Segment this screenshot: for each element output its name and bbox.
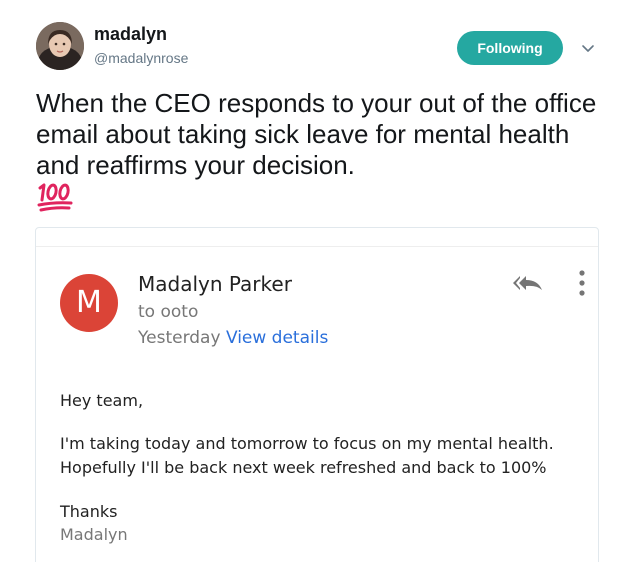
email-screenshot-card[interactable]: M Madalyn Parker to ooto Yesterday View … (35, 227, 599, 562)
sender-avatar: M (60, 274, 118, 332)
sender-name: Madalyn Parker (138, 272, 292, 296)
author-display-name[interactable]: madalyn (94, 24, 167, 45)
author-avatar[interactable] (36, 22, 84, 70)
email-date: Yesterday (138, 328, 221, 348)
email-body-line-1: I'm taking today and tomorrow to focus o… (60, 434, 554, 453)
author-handle[interactable]: @madalynrose (94, 50, 188, 66)
view-details-link[interactable]: View details (226, 328, 328, 348)
tweet-text: When the CEO responds to your out of the… (36, 88, 597, 180)
hundred-points-emoji-icon (36, 181, 76, 213)
reply-all-icon[interactable] (511, 272, 547, 294)
more-vertical-icon[interactable] (576, 268, 588, 298)
email-body-line-2: Hopefully I'll be back next week refresh… (60, 458, 547, 477)
card-top-strip (36, 228, 598, 247)
email-greeting: Hey team, (60, 391, 144, 410)
email-signature: Madalyn (60, 525, 128, 544)
following-button[interactable]: Following (457, 31, 563, 65)
chevron-down-icon[interactable] (580, 40, 596, 56)
email-signoff: Thanks (60, 502, 118, 521)
email-recipient: to ooto (138, 302, 199, 322)
email-date-line: Yesterday View details (138, 328, 328, 348)
